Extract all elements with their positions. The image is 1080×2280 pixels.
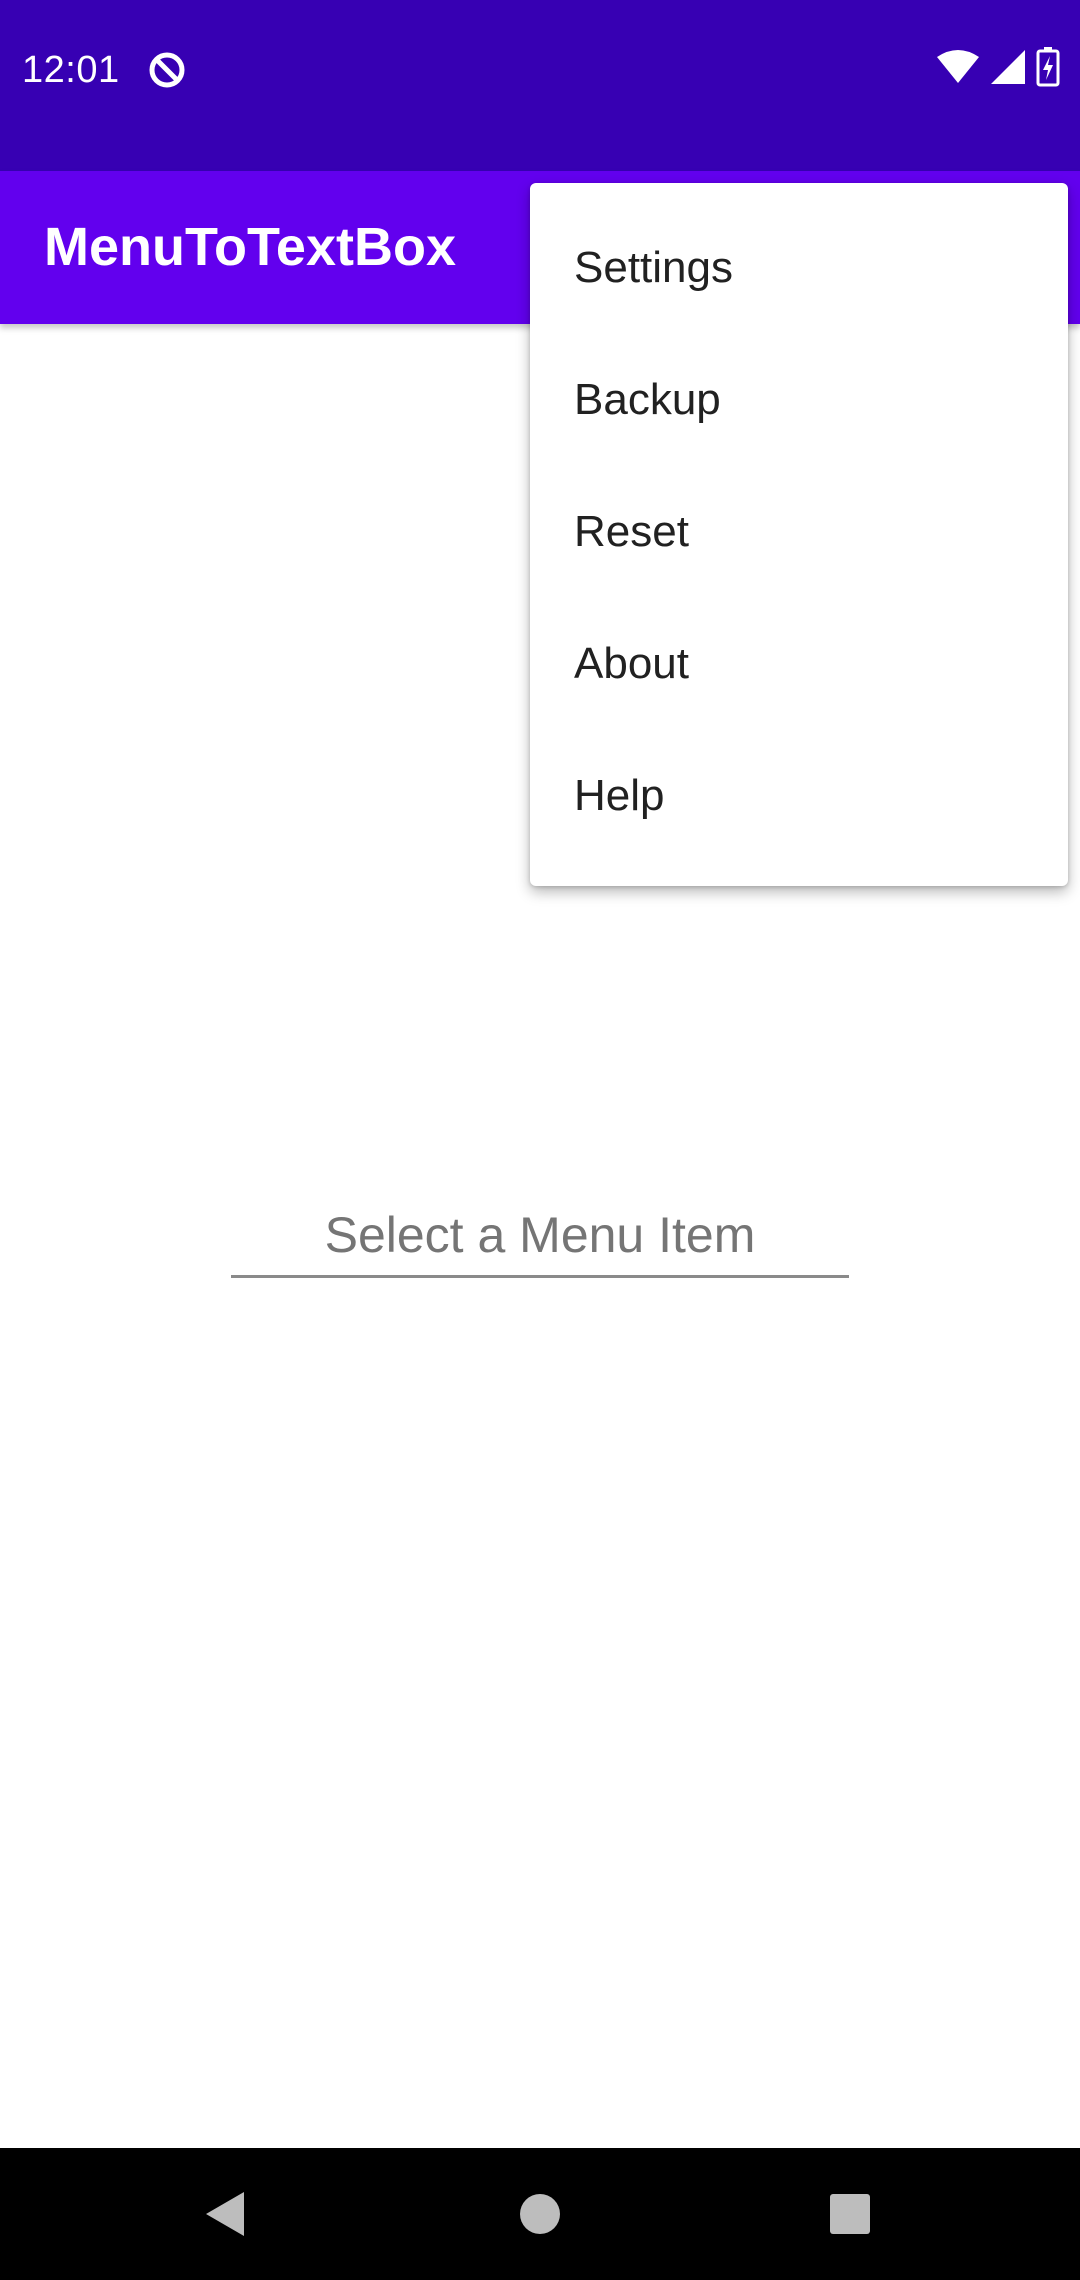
menu-item-reset[interactable]: Reset: [530, 466, 1068, 598]
status-bar: 12:01: [0, 0, 1080, 171]
status-icons: [926, 46, 1060, 92]
battery-charging-icon: [1036, 46, 1060, 92]
recents-square-icon: [830, 2194, 870, 2234]
back-triangle-icon: [206, 2192, 244, 2236]
menu-item-help[interactable]: Help: [530, 730, 1068, 862]
app-title: MenuToTextBox: [44, 217, 456, 277]
menu-item-about[interactable]: About: [530, 598, 1068, 730]
back-button[interactable]: [160, 2148, 292, 2280]
status-time: 12:01: [22, 49, 120, 91]
recents-button[interactable]: [784, 2148, 916, 2280]
circle-slash-icon: [149, 52, 185, 88]
cellular-signal-icon: [990, 49, 1026, 90]
wifi-icon: [936, 49, 980, 90]
menu-selection-text-field[interactable]: [231, 1195, 849, 1278]
menu-item-settings[interactable]: Settings: [530, 202, 1068, 334]
home-button[interactable]: [474, 2148, 606, 2280]
menu-item-backup[interactable]: Backup: [530, 334, 1068, 466]
overflow-menu: Settings Backup Reset About Help: [530, 183, 1068, 886]
home-circle-icon: [520, 2194, 560, 2234]
navigation-bar: [0, 2148, 1080, 2280]
